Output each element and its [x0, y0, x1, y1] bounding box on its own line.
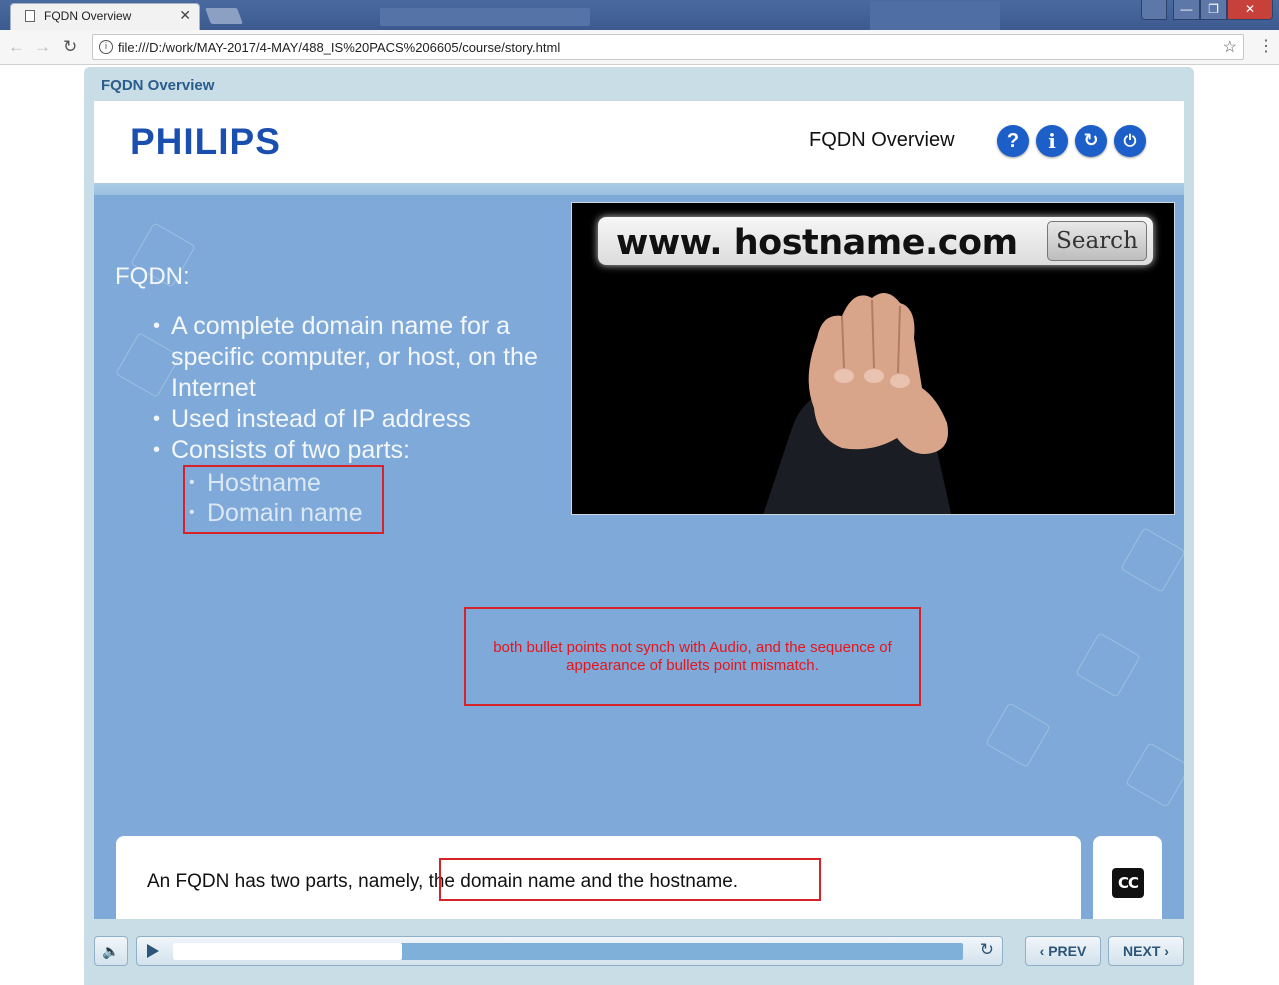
- annotation-box: [183, 465, 384, 534]
- next-button[interactable]: NEXT ›: [1108, 936, 1184, 966]
- image-search-text: www. hostname.com: [616, 223, 1018, 263]
- minimize-button[interactable]: —: [1173, 0, 1200, 20]
- review-note-text: both bullet points not synch with Audio,…: [493, 639, 892, 674]
- browser-toolbar: ← → ↻ i file:///D:/work/MAY-2017/4-MAY/4…: [0, 30, 1279, 65]
- bullet-item: Consists of two parts:: [153, 435, 553, 466]
- pointing-hand-illustration: [763, 293, 952, 514]
- volume-button[interactable]: 🔈: [94, 936, 128, 966]
- bullet-item: Used instead of IP address: [153, 404, 553, 435]
- hexagon-decoration: [1120, 527, 1184, 593]
- bullet-item: A complete domain name for a specific co…: [153, 311, 553, 404]
- speaker-icon: 🔈: [102, 943, 120, 959]
- user-icon[interactable]: [1141, 0, 1167, 20]
- back-icon[interactable]: ←: [8, 37, 25, 57]
- play-icon[interactable]: [147, 944, 159, 958]
- replay-icon[interactable]: ↻: [980, 940, 994, 960]
- caption-panel: An FQDN has two parts, namely, the domai…: [116, 836, 1081, 919]
- taskbar-item: [870, 2, 1000, 30]
- prev-button[interactable]: ‹ PREV: [1025, 936, 1101, 966]
- url-text[interactable]: file:///D:/work/MAY-2017/4-MAY/488_IS%20…: [118, 40, 560, 55]
- info-icon[interactable]: i: [99, 40, 113, 54]
- info-button[interactable]: i: [1036, 125, 1068, 157]
- progress-fill: [173, 943, 403, 960]
- page-icon: [25, 10, 35, 22]
- maximize-button[interactable]: ❐: [1200, 0, 1227, 20]
- browser-tab[interactable]: FQDN Overview ✕: [10, 3, 200, 30]
- hexagon-decoration: [1075, 632, 1141, 698]
- philips-logo: PHILIPS: [130, 121, 281, 162]
- player-controls: 🔈 ↻ ‹ PREV NEXT ›: [94, 931, 1184, 971]
- browser-menu-icon[interactable]: ⋮: [1258, 36, 1274, 56]
- help-button[interactable]: ?: [997, 125, 1029, 157]
- slide-heading: FQDN:: [115, 263, 190, 290]
- bookmark-star-icon[interactable]: ☆: [1223, 37, 1237, 57]
- slide-image: www. hostname.com Search: [571, 202, 1175, 515]
- replay-button[interactable]: ↻: [1075, 125, 1107, 157]
- forward-icon[interactable]: →: [34, 37, 51, 57]
- image-search-button: Search: [1047, 221, 1147, 261]
- reload-icon[interactable]: ↻: [63, 37, 77, 57]
- tab-title: FQDN Overview: [44, 9, 132, 23]
- bullet-list: A complete domain name for a specific co…: [153, 311, 553, 466]
- annotation-box: [439, 858, 821, 901]
- header-title: FQDN Overview: [809, 129, 955, 151]
- close-tab-icon[interactable]: ✕: [179, 7, 191, 24]
- closed-caption-button[interactable]: CC: [1112, 868, 1144, 898]
- slide: PHILIPS FQDN Overview ? i ↻ ⏻ FQDN: A co…: [94, 101, 1184, 919]
- cc-panel: CC: [1093, 836, 1162, 919]
- browser-titlebar: FQDN Overview ✕ — ❐ ✕: [0, 0, 1279, 30]
- player-title: FQDN Overview: [101, 77, 215, 94]
- hexagon-decoration: [985, 702, 1051, 768]
- seekbar-container: ↻: [136, 936, 1003, 966]
- taskbar-item: [380, 8, 590, 26]
- address-bar[interactable]: i file:///D:/work/MAY-2017/4-MAY/488_IS%…: [92, 34, 1244, 60]
- header-stripe: [94, 183, 1184, 195]
- hexagon-decoration: [1125, 742, 1184, 808]
- slide-header: PHILIPS FQDN Overview ? i ↻ ⏻: [94, 101, 1184, 183]
- progress-track[interactable]: [173, 943, 963, 960]
- image-search-bar: www. hostname.com Search: [598, 217, 1153, 265]
- new-tab-button[interactable]: [205, 8, 243, 24]
- course-player: FQDN Overview PHILIPS FQDN Overview ? i …: [84, 67, 1194, 985]
- close-window-button[interactable]: ✕: [1227, 0, 1273, 20]
- review-note-box: both bullet points not synch with Audio,…: [464, 607, 921, 706]
- exit-button[interactable]: ⏻: [1114, 125, 1146, 157]
